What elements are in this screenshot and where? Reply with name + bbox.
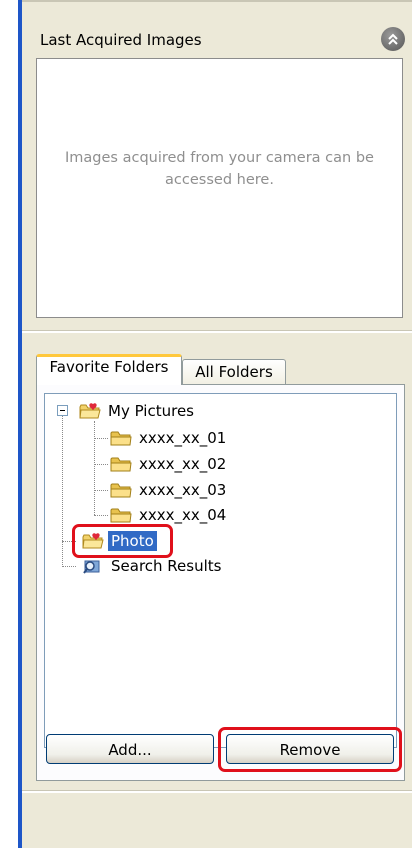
tree-item-label: xxxx_xx_02 [139, 455, 227, 473]
tree-item-search-results[interactable]: Search Results [82, 555, 224, 577]
heart-folder-icon [79, 403, 101, 419]
tree-item-label: xxxx_xx_04 [139, 506, 227, 524]
collapse-toggle[interactable] [57, 405, 68, 416]
tree-item-folder-02[interactable]: xxxx_xx_02 [110, 453, 229, 475]
tree-root-line [62, 415, 63, 567]
tree-line [62, 566, 76, 567]
tree-item-label: xxxx_xx_03 [139, 481, 227, 499]
section-divider[interactable] [22, 330, 412, 333]
photo-highlight-annotation [72, 524, 173, 558]
tab-favorite-folders[interactable]: Favorite Folders [36, 354, 182, 385]
collapse-button[interactable] [381, 27, 405, 51]
tree-line [94, 438, 108, 439]
window-left-margin [0, 0, 18, 848]
folder-icon [110, 508, 132, 523]
last-acquired-title: Last Acquired Images [40, 31, 202, 49]
tree-child-line [94, 421, 95, 515]
folder-icon [110, 483, 132, 498]
folder-icon [110, 431, 132, 446]
panel-top-border [22, 0, 412, 2]
last-acquired-preview: Images acquired from your camera can be … [36, 58, 403, 318]
search-results-icon [83, 560, 100, 574]
tree-item-folder-04[interactable]: xxxx_xx_04 [110, 504, 229, 526]
tree-line [94, 490, 108, 491]
tree-item-label: Search Results [111, 557, 222, 575]
tree-item-my-pictures[interactable]: My Pictures [79, 400, 197, 422]
add-button[interactable]: Add... [46, 734, 214, 764]
remove-button[interactable]: Remove [226, 734, 394, 764]
tree-line [94, 515, 108, 516]
tree-item-label: My Pictures [108, 402, 194, 420]
panel-bottom-divider [22, 790, 412, 793]
tab-all-folders[interactable]: All Folders [182, 359, 286, 385]
tree-line [94, 464, 108, 465]
double-chevron-up-icon [388, 33, 398, 45]
tree-item-label: xxxx_xx_01 [139, 429, 227, 447]
tree-item-folder-01[interactable]: xxxx_xx_01 [110, 427, 229, 449]
folder-icon [110, 457, 132, 472]
preview-message: Images acquired from your camera can be … [65, 150, 374, 188]
last-acquired-header: Last Acquired Images [36, 25, 406, 55]
tree-item-folder-03[interactable]: xxxx_xx_03 [110, 479, 229, 501]
